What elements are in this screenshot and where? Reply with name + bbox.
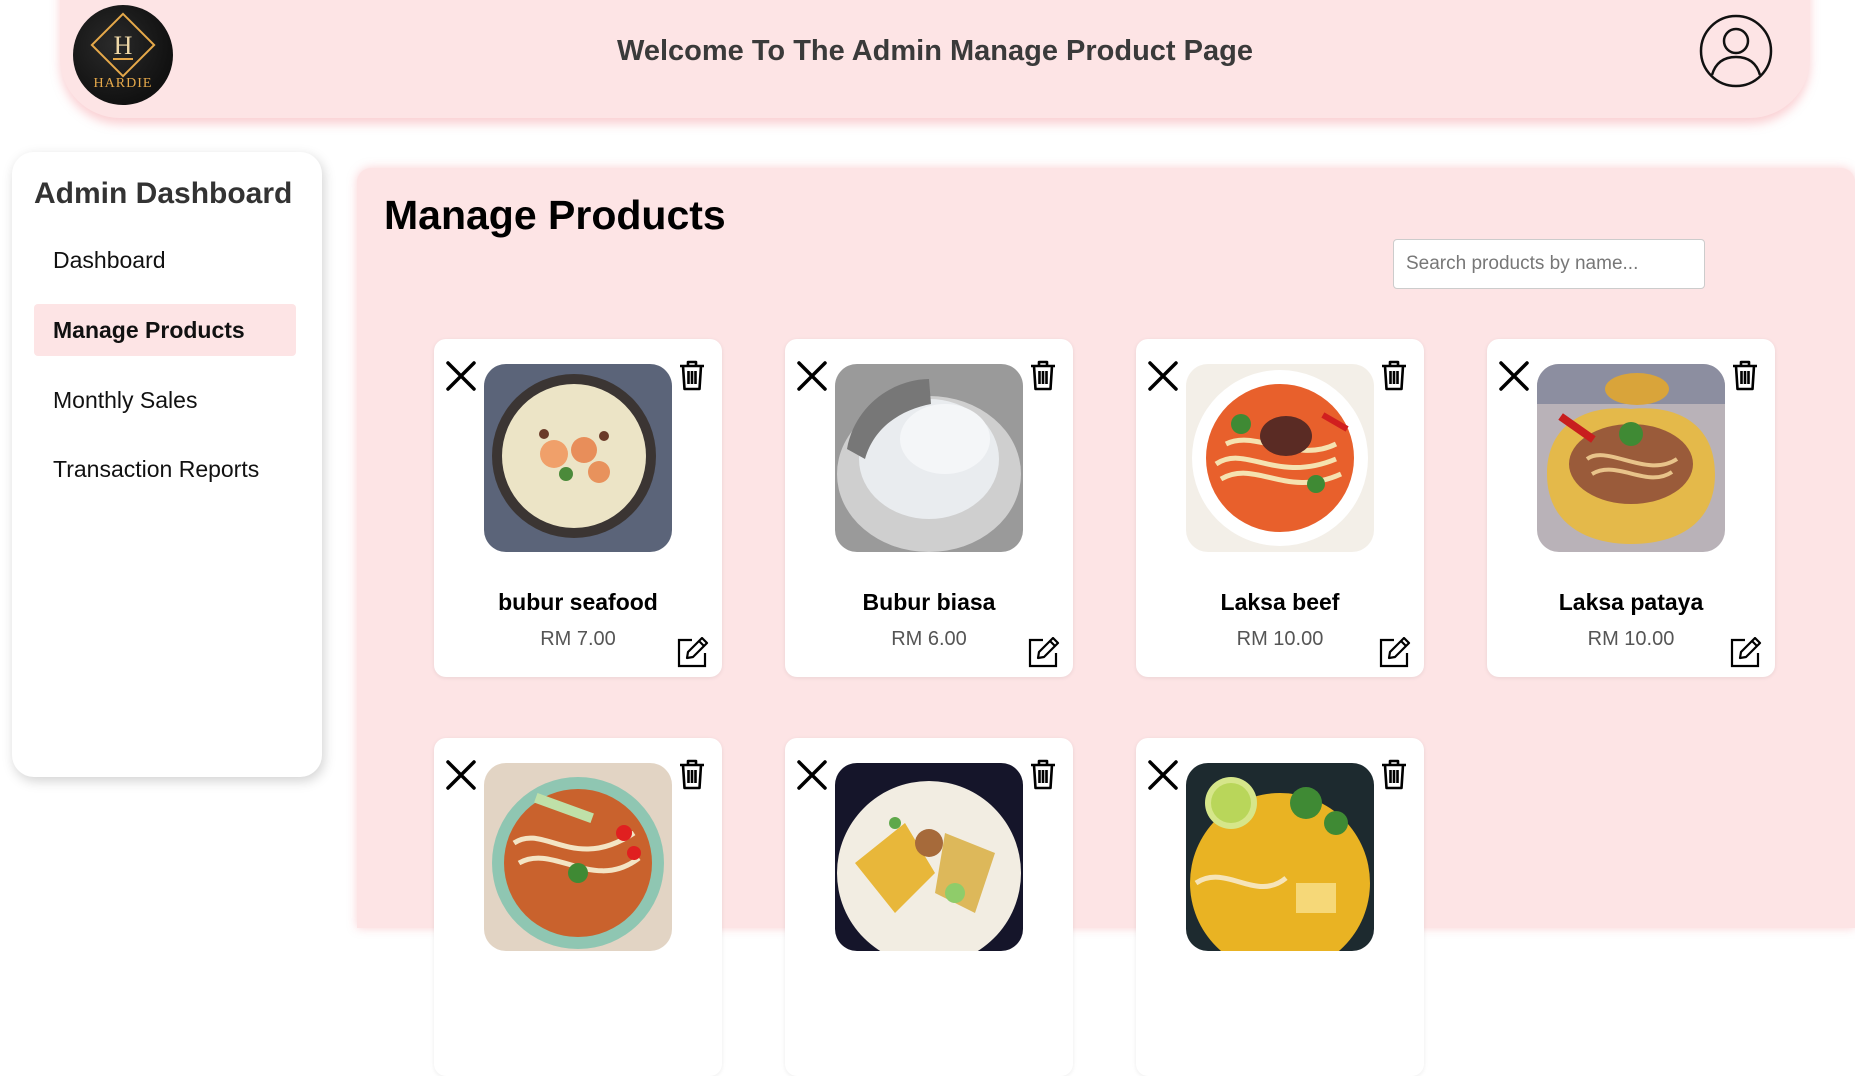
close-icon[interactable] xyxy=(795,758,829,792)
product-image xyxy=(484,763,672,951)
trash-icon[interactable] xyxy=(1731,360,1759,392)
close-icon[interactable] xyxy=(1146,758,1180,792)
sidebar-item-dashboard[interactable]: Dashboard xyxy=(34,234,296,286)
product-image xyxy=(1537,364,1725,552)
product-card: Laksa pataya RM 10.00 xyxy=(1487,339,1775,677)
product-name: bubur seafood xyxy=(498,589,658,615)
product-name: Laksa pataya xyxy=(1558,589,1704,615)
product-card: bubur seafood RM 7.00 xyxy=(434,339,722,677)
close-icon[interactable] xyxy=(444,359,478,393)
sidebar-item-transaction-reports[interactable]: Transaction Reports xyxy=(34,443,296,495)
sidebar-title: Admin Dashboard xyxy=(34,177,293,210)
trash-icon[interactable] xyxy=(1029,759,1057,791)
edit-icon[interactable] xyxy=(1378,636,1411,669)
close-icon[interactable] xyxy=(795,359,829,393)
close-icon[interactable] xyxy=(444,758,478,792)
section-title: Manage Products xyxy=(384,192,726,238)
product-card xyxy=(785,738,1073,1076)
product-image xyxy=(484,364,672,552)
product-card xyxy=(434,738,722,1076)
close-icon[interactable] xyxy=(1146,359,1180,393)
admin-sidebar: Admin Dashboard Dashboard Manage Product… xyxy=(12,152,322,777)
trash-icon[interactable] xyxy=(678,360,706,392)
sidebar-item-manage-products[interactable]: Manage Products xyxy=(34,304,296,356)
sidebar-item-monthly-sales[interactable]: Monthly Sales xyxy=(34,374,296,426)
edit-icon[interactable] xyxy=(1027,636,1060,669)
trash-icon[interactable] xyxy=(1029,360,1057,392)
product-card: Bubur biasa RM 6.00 xyxy=(785,339,1073,677)
main-content: Manage Products bubur seafood RM 7.00 xyxy=(357,168,1855,1076)
close-icon[interactable] xyxy=(1497,359,1531,393)
page-title: Welcome To The Admin Manage Product Page xyxy=(617,35,1253,67)
user-profile-icon[interactable] xyxy=(1698,13,1774,89)
search-input[interactable] xyxy=(1393,239,1705,289)
top-header: H HARDIE Welcome To The Admin Manage Pro… xyxy=(60,0,1810,118)
product-card: Laksa beef RM 10.00 xyxy=(1136,339,1424,677)
product-image xyxy=(835,763,1023,951)
trash-icon[interactable] xyxy=(678,759,706,791)
trash-icon[interactable] xyxy=(1380,759,1408,791)
logo-text: HARDIE xyxy=(94,76,153,91)
product-image xyxy=(1186,763,1374,951)
edit-icon[interactable] xyxy=(676,636,709,669)
product-name: Laksa beef xyxy=(1220,589,1340,615)
product-image xyxy=(1186,364,1374,552)
product-image xyxy=(835,364,1023,552)
product-card xyxy=(1136,738,1424,1076)
edit-icon[interactable] xyxy=(1729,636,1762,669)
product-name: Bubur biasa xyxy=(862,589,996,615)
trash-icon[interactable] xyxy=(1380,360,1408,392)
